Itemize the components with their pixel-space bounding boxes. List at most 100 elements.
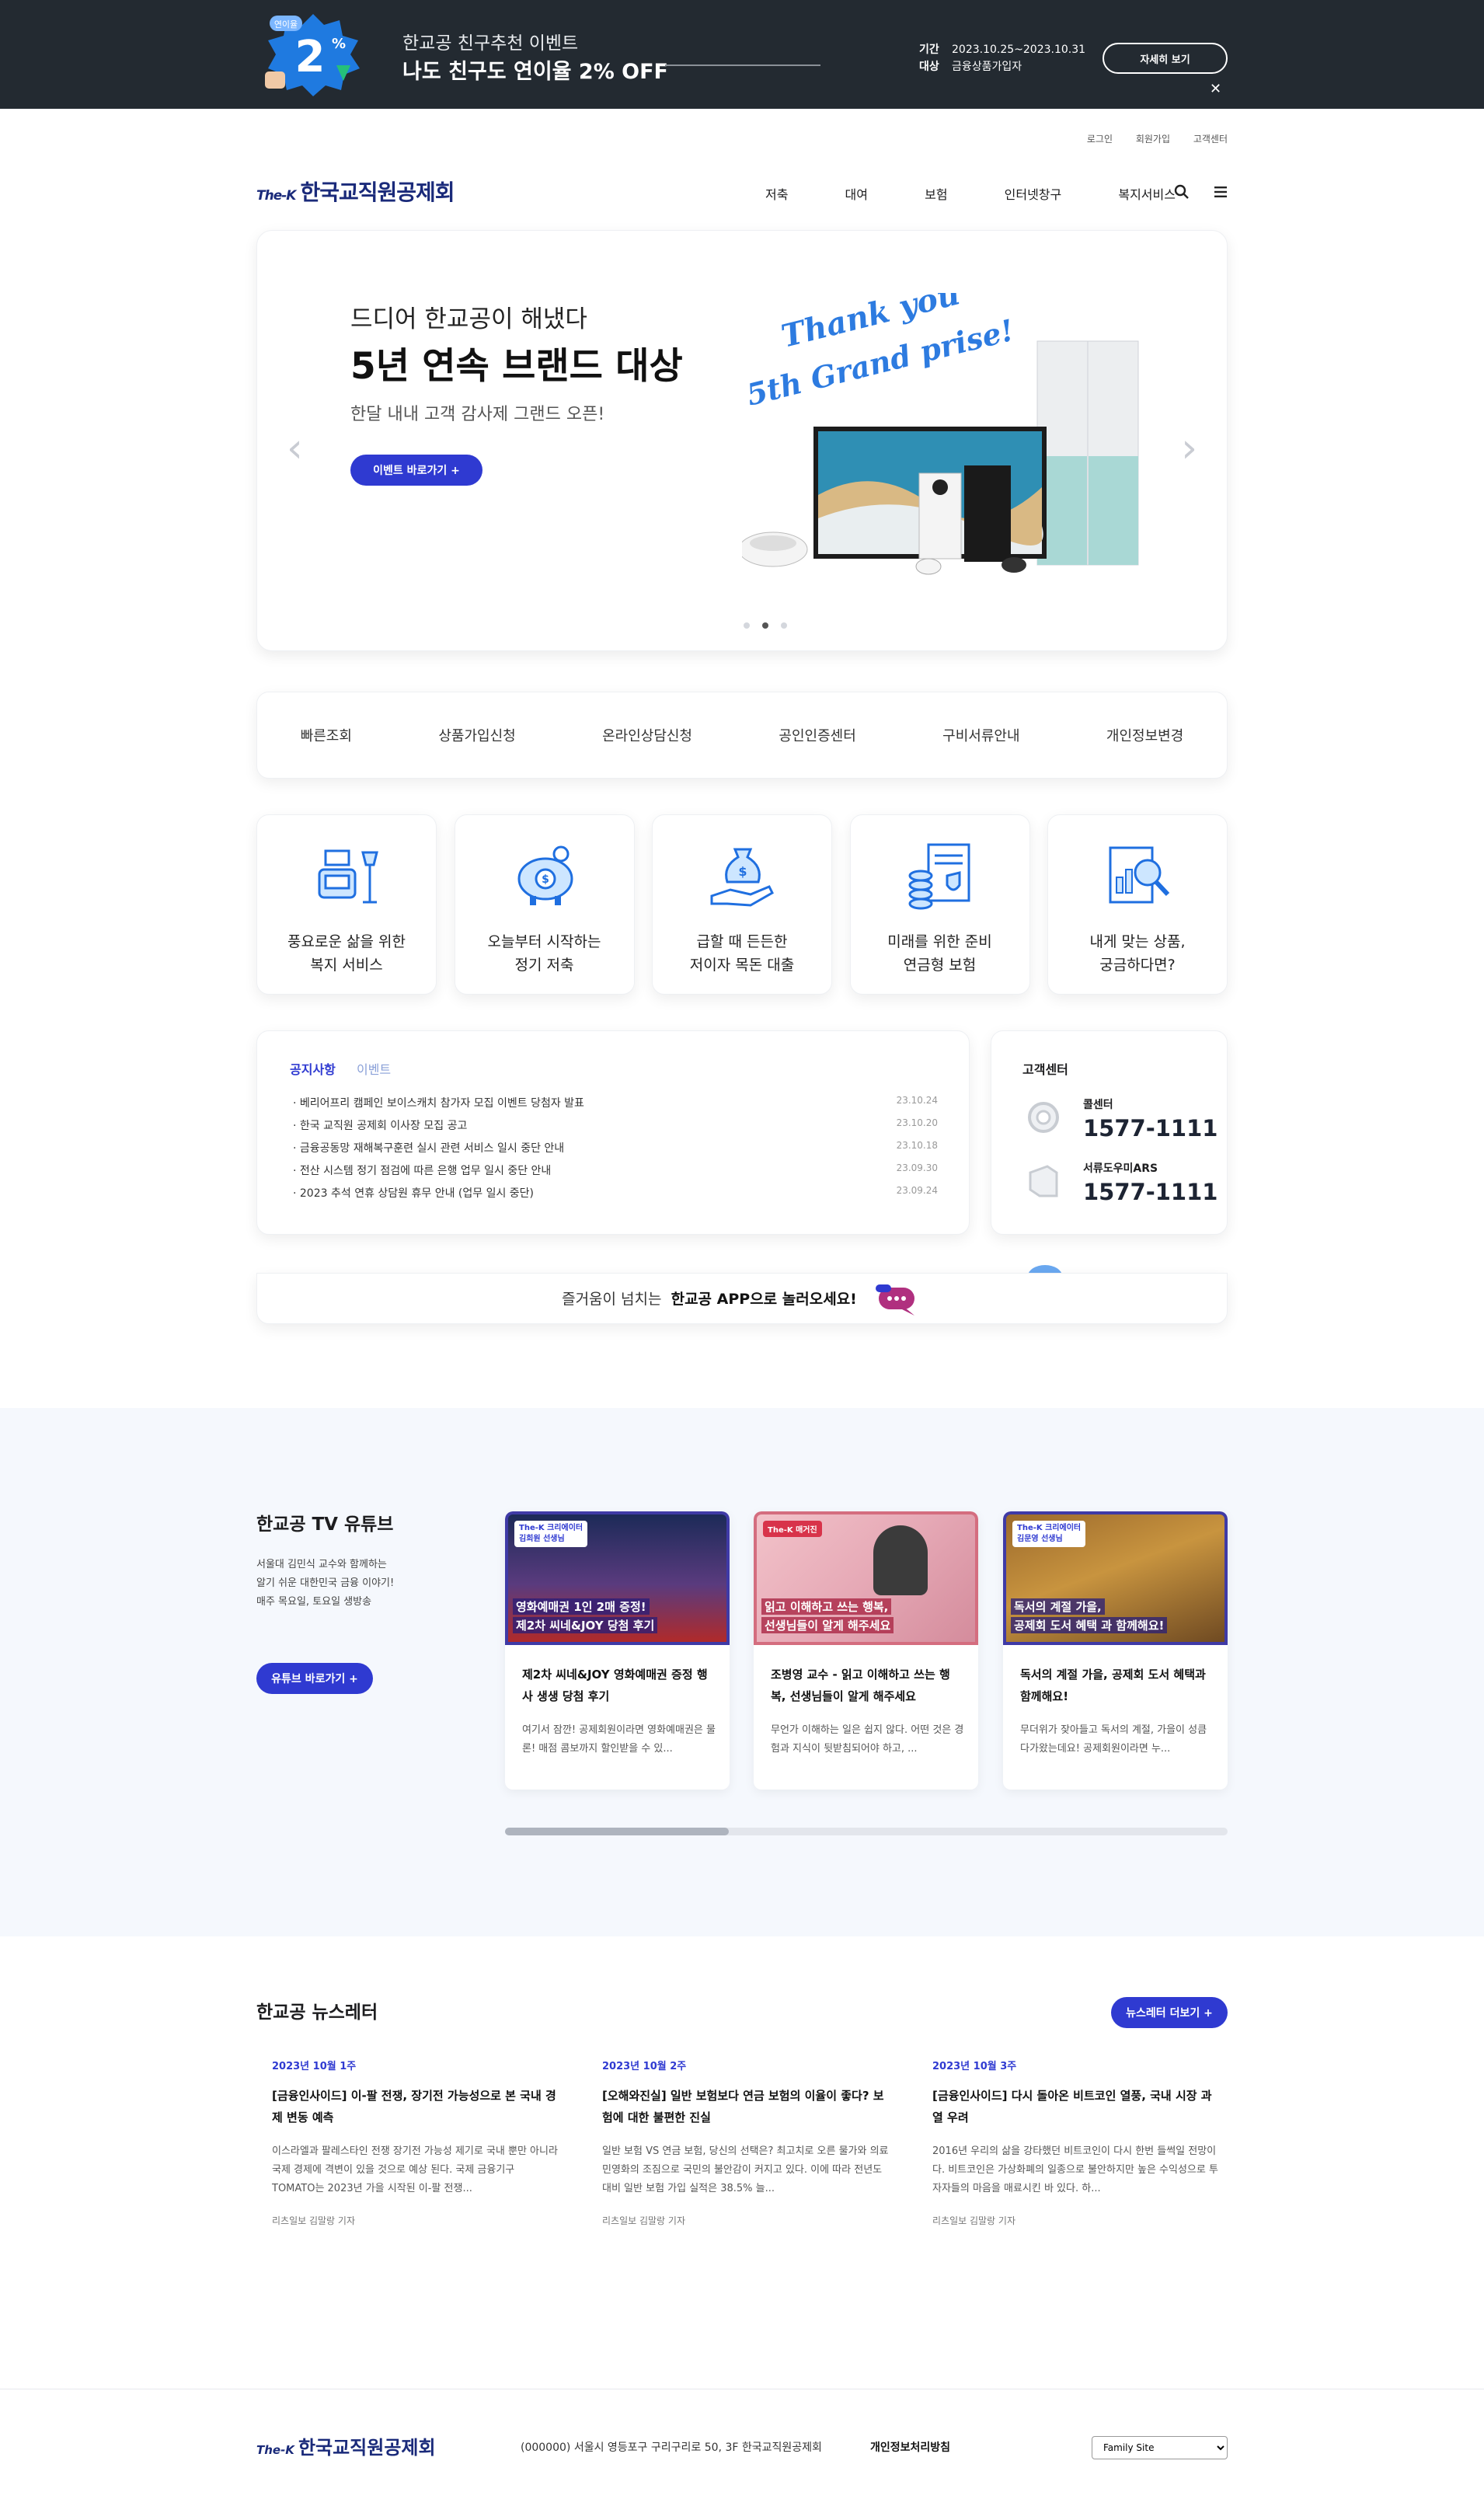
quick-product-apply[interactable]: 상품가입신청 <box>438 725 515 745</box>
call-center-label: 콜센터 <box>1083 1099 1113 1111</box>
login-link[interactable]: 로그인 <box>1087 134 1113 145</box>
quick-documents-guide[interactable]: 구비서류안내 <box>942 725 1019 745</box>
privacy-policy-link[interactable]: 개인정보처리방침 <box>870 2439 950 2455</box>
customer-center-link[interactable]: 고객센터 <box>1193 134 1228 145</box>
quick-cert-center[interactable]: 공인인증센터 <box>779 725 855 745</box>
lounge-icon <box>318 849 378 904</box>
service-label: 내게 맞는 상품, 궁금하다면? <box>1048 930 1227 977</box>
service-line2: 저이자 목돈 대출 <box>689 957 795 974</box>
service-line2: 궁금하다면? <box>1099 957 1176 974</box>
nav-internet-window[interactable]: 인터넷창구 <box>1005 184 1062 203</box>
list-item[interactable]: · 금융공동망 재해복구훈련 실시 관련 서비스 일시 중단 안내 23.10.1… <box>293 1140 938 1162</box>
newsletter-more-button[interactable]: 뉴스레터 더보기 + <box>1111 1997 1228 2028</box>
notice-date: 23.09.24 <box>896 1185 938 1196</box>
quick-inquiry[interactable]: 빠른조회 <box>301 725 352 745</box>
newsletter-card[interactable]: 2023년 10월 1주 [금융인사이드] 이-팔 전쟁, 장기전 가능성으로 … <box>256 2058 559 2227</box>
tab-event[interactable]: 이벤트 <box>357 1062 391 1077</box>
service-card-savings[interactable]: $ 오늘부터 시작하는 정기 저축 <box>454 814 635 995</box>
notice-title: · 한국 교직원 공제회 이사장 모집 공고 <box>293 1120 468 1132</box>
slide-dot-1[interactable] <box>744 622 750 629</box>
notice-title: · 2023 추석 연휴 상담원 휴무 안내 (업무 일시 중단) <box>293 1187 535 1200</box>
hamburger-icon[interactable] <box>1214 186 1228 197</box>
list-item[interactable]: · 전산 시스템 정기 점검에 따른 은행 업무 일시 중단 안내 23.09.3… <box>293 1162 938 1185</box>
next-slide-icon[interactable]: › <box>1181 425 1197 472</box>
newsletter-excerpt: 일반 보험 VS 연금 보험, 당신의 선택은? 최고치로 오른 물가와 의료 … <box>602 2145 889 2194</box>
notice-title: · 금융공동망 재해복구훈련 실시 관련 서비스 일시 중단 안내 <box>293 1142 565 1155</box>
nav-insurance[interactable]: 보험 <box>925 184 947 203</box>
service-label: 풍요로운 삶을 위한 복지 서비스 <box>257 930 436 977</box>
signup-link[interactable]: 회원가입 <box>1136 134 1170 145</box>
notice-tabs: 공지사항 이벤트 <box>290 1059 391 1078</box>
youtube-shortcut-button[interactable]: 유튜브 바로가기 + <box>256 1663 373 1694</box>
video-thumbnail: The-K 매거진 읽고 이해하고 쓰는 행복, 선생님들이 알게 해주세요 <box>754 1511 978 1645</box>
slide-dot-3[interactable] <box>781 622 787 629</box>
ars-row[interactable]: 서류도우미ARS 1577-1111 <box>1083 1160 1218 1205</box>
video-card[interactable]: The-K 매거진 읽고 이해하고 쓰는 행복, 선생님들이 알게 해주세요 조… <box>754 1511 978 1790</box>
video-card[interactable]: The-K 크리에이터 김희원 선생님 영화예매권 1인 2매 증정! 제2차 씨… <box>505 1511 730 1790</box>
newsletter-headline: [금융인사이드] 이-팔 전쟁, 장기전 가능성으로 본 국내 경제 변동 예측 <box>272 2089 556 2124</box>
app-promo-bar[interactable]: 즐거움이 넘치는 한교공 APP으로 놀러오세요! <box>256 1273 1228 1324</box>
scrollbar-thumb[interactable] <box>505 1828 730 1835</box>
video-description: 무언가 이해하는 일은 쉽지 않다. 어떤 것은 경험과 지식이 뒷받침되어야 … <box>771 1724 964 1755</box>
top-event-banner[interactable]: 연이율 2 % 한교공 친구추천 이벤트 나도 친구도 연이율 2% OFF 기… <box>0 0 1484 109</box>
svg-text:$: $ <box>738 864 747 879</box>
youtube-desc-line2: 알기 쉬운 대한민국 금융 이야기! <box>256 1577 395 1589</box>
hero-line1: 드디어 한교공이 해냈다 <box>350 305 587 333</box>
customer-center-card: 고객센터 콜센터 1577-1111 서류도우미ARS 1577-1111 <box>991 1030 1228 1235</box>
video-title: 독서의 계절 가을, 공제회 도서 혜택과 함께해요! <box>1020 1668 1206 1703</box>
nav-loan[interactable]: 대여 <box>845 184 868 203</box>
list-item[interactable]: · 한국 교직원 공제회 이사장 모집 공고 23.10.20 <box>293 1117 938 1140</box>
search-report-icon <box>1109 846 1170 904</box>
quick-personal-info[interactable]: 개인정보변경 <box>1106 725 1183 745</box>
video-card[interactable]: The-K 크리에이터 김문영 선생님 독서의 계절 가을, 공제회 도서 혜택 … <box>1003 1511 1228 1790</box>
detail-view-button[interactable]: 자세히 보기 <box>1103 43 1228 74</box>
svg-text:$: $ <box>542 873 549 886</box>
slide-dot-2[interactable] <box>762 622 768 629</box>
search-icon[interactable] <box>1174 184 1190 200</box>
thumb-tag: The-K 크리에이터 김희원 선생님 <box>514 1521 588 1547</box>
notice-date: 23.10.20 <box>896 1117 938 1128</box>
site-logo[interactable]: The-K 한국교직원공제회 <box>256 176 455 207</box>
header-tools <box>1174 181 1228 200</box>
service-line1: 내게 맞는 상품, <box>1089 933 1186 950</box>
thumb-caption2: 공제회 도서 혜택 과 함께해요! <box>1011 1617 1168 1633</box>
newsletter-card[interactable]: 2023년 10월 2주 [오해와진실] 일반 보험보다 연금 보험의 이율이 … <box>587 2058 890 2227</box>
slide-pagination <box>744 617 799 632</box>
video-scrollbar[interactable] <box>505 1828 1228 1835</box>
logo-prefix: The-K <box>256 188 296 204</box>
footer-logo[interactable]: The-K 한국교직원공제회 <box>256 2432 436 2459</box>
notice-list: · 베리어프리 캠페인 보이스캐치 참가자 모집 이벤트 당첨자 발표 23.10… <box>293 1095 938 1208</box>
event-shortcut-button[interactable]: 이벤트 바로가기 + <box>350 455 482 486</box>
service-label: 오늘부터 시작하는 정기 저축 <box>455 930 634 977</box>
thumb-tag-text: The-K 크리에이터 <box>1017 1524 1082 1532</box>
list-item[interactable]: · 베리어프리 캠페인 보이스캐치 참가자 모집 이벤트 당첨자 발표 23.10… <box>293 1095 938 1117</box>
person-figure <box>873 1525 928 1595</box>
youtube-section: 한교공 TV 유튜브 서울대 김민식 교수와 함께하는 알기 쉬운 대한민국 금… <box>0 1408 1484 1936</box>
app-promo-bold: 한교공 APP으로 놀러오세요! <box>671 1291 857 1308</box>
close-icon[interactable]: ✕ <box>1210 81 1221 97</box>
youtube-title: 한교공 TV 유튜브 <box>256 1514 394 1535</box>
nav-savings[interactable]: 저축 <box>765 184 788 203</box>
site-footer: The-K 한국교직원공제회 (000000) 서울시 영등포구 구리구리로 50… <box>0 2389 1484 2513</box>
newsletter-headline: [오해와진실] 일반 보험보다 연금 보험의 이율이 좋다? 보험에 대한 불편… <box>602 2089 884 2124</box>
video-description: 무더위가 잦아들고 독서의 계절, 가을이 성큼 다가왔는데요! 공제회원이라면… <box>1020 1724 1207 1755</box>
video-description: 여기서 잠깐! 공제회원이라면 영화예매권은 물론! 매점 콤보까지 할인받을 … <box>522 1724 716 1755</box>
service-card-pension[interactable]: 미래를 위한 준비 연금형 보험 <box>849 814 1030 995</box>
percent-badge-icon: 연이율 2 % <box>265 14 360 96</box>
prev-slide-icon[interactable]: ‹ <box>287 425 303 472</box>
newsletter-card[interactable]: 2023년 10월 3주 [금융인사이드] 다시 돌아온 비트코인 열풍, 국내… <box>917 2058 1220 2227</box>
newsletter-author: 리츠일보 김말랑 기자 <box>272 2215 355 2226</box>
service-line2: 정기 저축 <box>514 957 574 974</box>
list-item[interactable]: · 2023 추석 연휴 상담원 휴무 안내 (업무 일시 중단) 23.09.2… <box>293 1185 938 1208</box>
nav-welfare[interactable]: 복지서비스 <box>1118 184 1176 203</box>
main-nav: 저축 대여 보험 인터넷창구 복지서비스 <box>765 184 1228 203</box>
call-center-row[interactable]: 콜센터 1577-1111 <box>1083 1096 1218 1141</box>
notice-date: 23.09.30 <box>896 1162 938 1173</box>
quick-online-consult[interactable]: 온라인상담신청 <box>602 725 692 745</box>
family-site-select[interactable]: Family Site <box>1092 2436 1228 2459</box>
service-card-welfare[interactable]: 풍요로운 삶을 위한 복지 서비스 <box>256 814 437 995</box>
tab-notice[interactable]: 공지사항 <box>290 1062 336 1077</box>
document-ars-icon <box>1029 1165 1058 1197</box>
service-card-loan[interactable]: $ 급할 때 든든한 저이자 목돈 대출 <box>652 814 832 995</box>
service-card-product-finder[interactable]: 내게 맞는 상품, 궁금하다면? <box>1047 814 1228 995</box>
